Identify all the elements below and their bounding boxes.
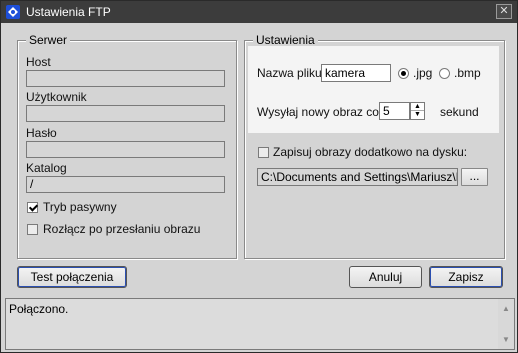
password-field[interactable] [26, 141, 225, 158]
window-title: Ustawienia FTP [26, 5, 111, 19]
format-bmp-label: .bmp [454, 66, 481, 80]
stepper-up-icon[interactable]: ▲ [411, 103, 424, 111]
filename-field[interactable]: kamera [321, 64, 391, 82]
scroll-up-icon[interactable]: ▲ [502, 304, 510, 313]
dialog-body: Serwer Host Użytkownik Hasło Katalog / T… [2, 23, 516, 352]
log-scrollbar[interactable]: ▲ ▼ [498, 299, 514, 349]
path-field[interactable]: C:\Documents and Settings\Mariusz\Moj [257, 168, 458, 186]
ftp-settings-window: Ustawienia FTP ✕ Serwer Host Użytkownik … [0, 0, 518, 353]
interval-label: Wysyłaj nowy obraz co [257, 105, 379, 119]
host-label: Host [26, 55, 51, 69]
save-disk-label: Zapisuj obrazy dodatkowo na dysku: [273, 145, 468, 159]
user-label: Użytkownik [26, 90, 87, 104]
server-group: Serwer Host Użytkownik Hasło Katalog / T… [17, 33, 237, 259]
close-icon[interactable]: ✕ [496, 4, 512, 19]
settings-highlight-area [248, 46, 499, 133]
save-button[interactable]: Zapisz [429, 266, 503, 288]
passive-mode-checkbox[interactable] [27, 202, 38, 213]
status-text: Połączono. [9, 302, 69, 316]
filename-label: Nazwa pliku [257, 66, 322, 80]
title-bar[interactable]: Ustawienia FTP ✕ [1, 1, 517, 23]
status-log[interactable]: Połączono. ▲ ▼ [5, 298, 515, 350]
interval-unit-label: sekund [440, 105, 479, 119]
disconnect-label: Rozłącz po przesłaniu obrazu [43, 222, 201, 236]
format-jpg-label: .jpg [413, 66, 433, 80]
user-field[interactable] [26, 105, 225, 122]
interval-field[interactable]: 5 [379, 102, 410, 120]
test-connection-button[interactable]: Test połączenia [17, 266, 127, 288]
scroll-down-icon[interactable]: ▼ [502, 335, 510, 344]
cancel-button[interactable]: Anuluj [349, 266, 422, 288]
catalog-label: Katalog [26, 161, 67, 175]
interval-stepper[interactable]: ▲ ▼ [410, 102, 425, 120]
server-group-legend: Serwer [26, 33, 71, 47]
browse-button[interactable]: ... [461, 168, 488, 186]
format-jpg-radio[interactable] [398, 68, 409, 79]
disconnect-checkbox[interactable] [27, 224, 38, 235]
ftp-app-icon [6, 5, 20, 19]
stepper-down-icon[interactable]: ▼ [411, 111, 424, 118]
catalog-field[interactable]: / [26, 176, 225, 193]
save-disk-checkbox[interactable] [258, 147, 269, 158]
passive-mode-label: Tryb pasywny [43, 200, 117, 214]
password-label: Hasło [26, 126, 57, 140]
format-bmp-radio[interactable] [439, 68, 450, 79]
host-field[interactable] [26, 70, 225, 87]
settings-group-legend: Ustawienia [253, 33, 318, 47]
